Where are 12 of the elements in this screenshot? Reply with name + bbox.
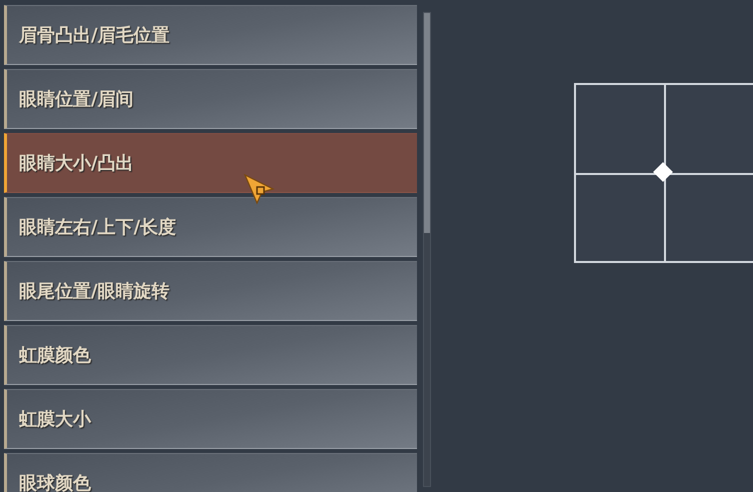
menu-option[interactable]: 眼睛位置/眉间: [4, 69, 417, 129]
menu-option[interactable]: 眼睛左右/上下/长度: [4, 197, 417, 257]
cursor-icon: [243, 173, 277, 205]
menu-option[interactable]: 眼球颜色: [4, 453, 417, 492]
menu-option[interactable]: 眉骨凸出/眉毛位置: [4, 5, 417, 65]
menu-option[interactable]: 眼尾位置/眼睛旋转: [4, 261, 417, 321]
scrollbar[interactable]: [423, 12, 431, 487]
menu-option[interactable]: 虹膜颜色: [4, 325, 417, 385]
position-pad[interactable]: [574, 83, 753, 263]
scrollbar-thumb[interactable]: [424, 13, 430, 233]
menu-option[interactable]: 虹膜大小: [4, 389, 417, 449]
menu-option[interactable]: 眼睛大小/凸出: [4, 133, 417, 193]
